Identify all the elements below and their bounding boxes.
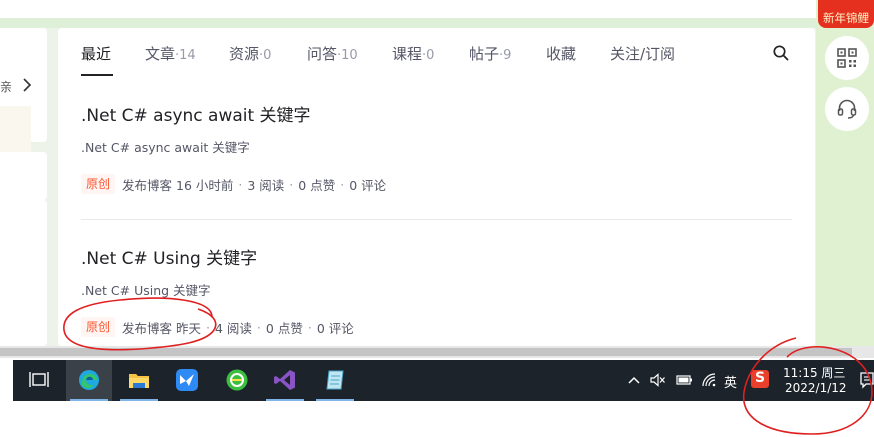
running-indicator [120, 399, 158, 401]
left-card-fragment-text: 亲 [0, 80, 13, 94]
post-title[interactable]: .Net C# Using 关键字 [81, 244, 257, 269]
wifi-icon[interactable] [701, 372, 717, 388]
taskbar-360-browser[interactable] [214, 360, 260, 401]
tab-count: 9 [503, 48, 512, 63]
tab-posts[interactable]: 帖子·9 [469, 43, 511, 64]
volume-muted-icon[interactable] [650, 373, 666, 387]
scrollbar-thumb[interactable] [0, 348, 852, 356]
post-comments: 0 评论 [349, 177, 387, 193]
meta-separator: · [307, 319, 312, 335]
windows-taskbar: 英 S 11:15 周三 2022/1/12 [0, 360, 874, 401]
tab-courses[interactable]: 课程·0 [392, 43, 434, 64]
tab-label: 问答 [307, 45, 338, 63]
clock-date[interactable]: 2022/1/12 [785, 381, 847, 395]
running-indicator [266, 399, 304, 401]
folder-icon [129, 374, 149, 388]
activity-tabs: 最近 文章·14 资源·0 问答·10 课程·0 帖子·9 收藏 关注/订阅 [58, 28, 815, 78]
active-tab-indicator [81, 74, 113, 76]
left-tertiary-card [0, 200, 47, 346]
meta-separator: · [256, 319, 261, 335]
post-published: 发布博客 昨天 [122, 320, 201, 336]
taskbar-task-view[interactable] [16, 360, 62, 401]
post-comments: 0 评论 [316, 320, 354, 336]
browser-360-icon [226, 369, 248, 391]
tab-qa[interactable]: 问答·10 [307, 43, 358, 64]
chevron-right-icon[interactable] [20, 77, 34, 93]
tab-recent[interactable]: 最近 [81, 43, 111, 64]
new-year-label: 新年锦鲤 [823, 11, 869, 25]
original-badge: 原创 [81, 174, 116, 194]
battery-icon[interactable] [675, 373, 693, 387]
taskbar-left-edge [0, 360, 13, 401]
blog-profile-page: 亲 最近 文章·14 资源·0 问答·10 课程·0 帖子·9 收藏 关注/订阅 [0, 0, 874, 346]
headset-icon [837, 99, 857, 119]
page-top-band [0, 0, 874, 18]
post-description[interactable]: .Net C# Using 关键字 [81, 280, 211, 299]
customer-service-button[interactable] [825, 87, 869, 131]
tab-count: 10 [341, 48, 358, 63]
running-indicator [70, 399, 108, 401]
tab-favorites[interactable]: 收藏 [546, 43, 576, 64]
tab-count: 0 [263, 48, 272, 63]
tab-following[interactable]: 关注/订阅 [610, 43, 675, 64]
post-title[interactable]: .Net C# async await 关键字 [81, 101, 311, 126]
tab-label: 文章 [145, 45, 176, 63]
sogou-input-icon[interactable]: S [751, 370, 769, 388]
post-likes: 0 点赞 [298, 177, 336, 193]
notification-center-icon[interactable] [860, 371, 874, 389]
notepad-icon [326, 370, 344, 390]
search-icon[interactable] [772, 44, 790, 62]
activity-card: 最近 文章·14 资源·0 问答·10 课程·0 帖子·9 收藏 关注/订阅 .… [58, 28, 815, 346]
taskbar-feishu[interactable] [164, 360, 210, 401]
visual-studio-icon [274, 370, 295, 390]
original-badge: 原创 [81, 317, 116, 337]
left-card-inner-box [0, 106, 31, 152]
clock-time[interactable]: 11:15 周三 [783, 364, 845, 381]
tab-label: 关注/订阅 [610, 45, 676, 63]
tab-count: 14 [179, 48, 196, 63]
sogou-input-glyph: S [755, 370, 766, 386]
qr-code-button[interactable] [825, 36, 869, 80]
tray-expand-icon[interactable] [627, 374, 641, 386]
taskbar-visual-studio[interactable] [262, 360, 308, 401]
tab-label: 最近 [81, 45, 112, 63]
post-divider [81, 219, 792, 220]
tab-label: 帖子 [469, 45, 500, 63]
page-header-strip [0, 18, 874, 28]
taskbar-edge[interactable] [66, 360, 112, 401]
tab-label: 收藏 [546, 45, 577, 63]
left-secondary-card [0, 152, 47, 200]
meta-separator: · [289, 176, 294, 192]
screenshot: 亲 最近 文章·14 资源·0 问答·10 课程·0 帖子·9 收藏 关注/订阅 [0, 0, 874, 437]
running-indicator [316, 399, 354, 401]
post-published: 发布博客 16 小时前 [122, 177, 234, 193]
meta-separator: · [238, 176, 243, 192]
tab-label: 资源 [229, 45, 260, 63]
post-meta: 原创 发布博客 昨天 · 4 阅读 · 0 点赞 · 0 评论 [81, 317, 354, 337]
post-likes: 0 点赞 [265, 320, 303, 336]
tab-label: 课程 [392, 45, 423, 63]
tab-articles[interactable]: 文章·14 [145, 43, 196, 64]
tab-resources[interactable]: 资源·0 [229, 43, 271, 64]
post-reads: 4 阅读 [214, 320, 252, 336]
taskbar-notepad[interactable] [312, 360, 358, 401]
tab-count: 0 [426, 48, 435, 63]
post-meta: 原创 发布博客 16 小时前 · 3 阅读 · 0 点赞 · 0 评论 [81, 174, 386, 194]
horizontal-scrollbar[interactable] [0, 346, 874, 358]
ime-language-indicator[interactable]: 英 [724, 372, 737, 391]
meta-separator: · [340, 176, 345, 192]
meta-separator: · [206, 319, 210, 335]
taskbar-file-explorer[interactable] [116, 360, 162, 401]
post-description[interactable]: .Net C# async await 关键字 [81, 137, 250, 156]
qr-code-icon [837, 48, 857, 68]
feishu-bird-icon [176, 369, 198, 391]
left-profile-card: 亲 [0, 28, 47, 152]
task-view-icon [29, 372, 49, 387]
new-year-banner[interactable]: 新年锦鲤 [818, 0, 874, 28]
edge-browser-icon [79, 370, 99, 390]
post-reads: 3 阅读 [247, 177, 285, 193]
